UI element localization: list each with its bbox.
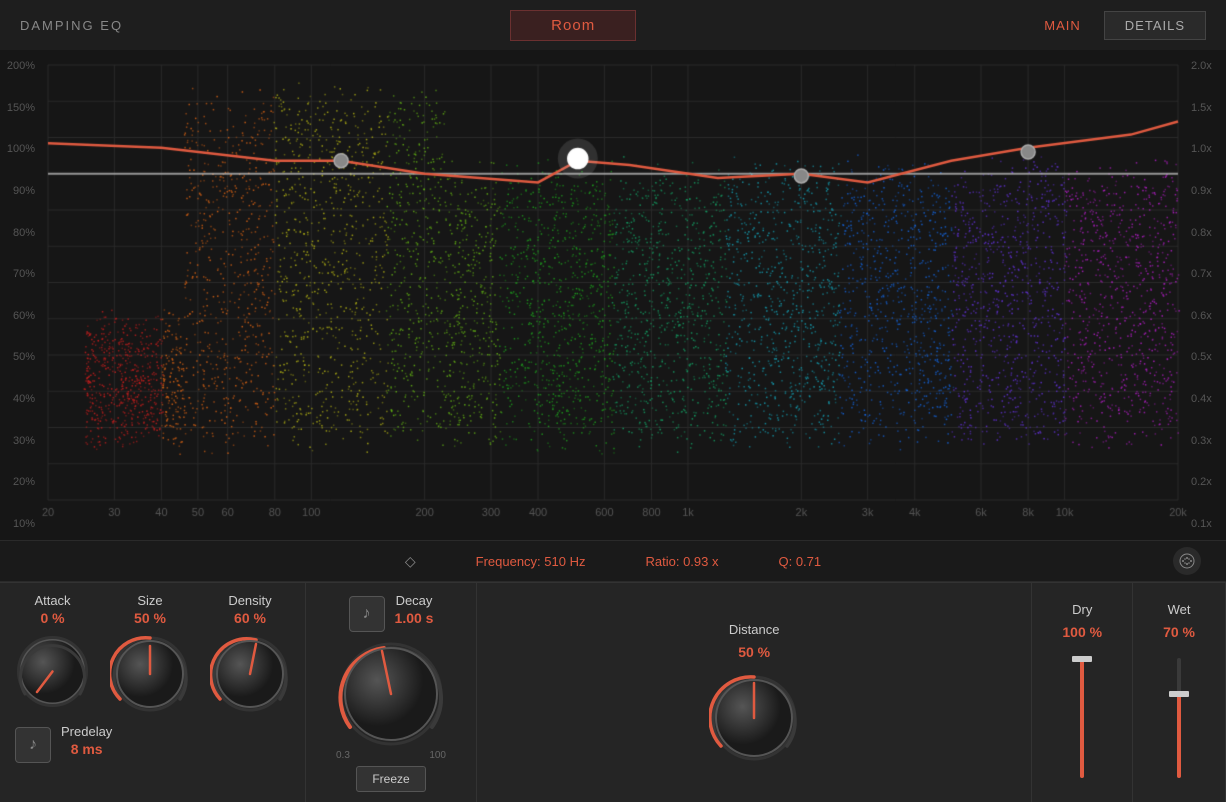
q-value: 0.71 bbox=[796, 554, 821, 569]
predelay-label: Predelay bbox=[61, 724, 112, 739]
ratio-display: Ratio: 0.93 x bbox=[645, 554, 718, 569]
y-label-r-08: 0.8x bbox=[1186, 227, 1221, 239]
distance-label: Distance bbox=[729, 622, 780, 637]
wet-value: 70 % bbox=[1163, 624, 1195, 640]
decay-knob[interactable] bbox=[336, 639, 446, 747]
decay-range: 0.3 100 bbox=[336, 750, 446, 761]
ratio-value: 0.93 x bbox=[683, 554, 718, 569]
y-label-r-10: 1.0x bbox=[1186, 143, 1221, 155]
y-label-150: 150% bbox=[5, 102, 40, 114]
controls-section: Attack 0 % S bbox=[0, 582, 1226, 802]
frequency-value: 510 Hz bbox=[544, 554, 585, 569]
y-label-r-03: 0.3x bbox=[1186, 435, 1221, 447]
density-control: Density 60 % bbox=[210, 593, 290, 714]
eq-canvas[interactable] bbox=[0, 50, 1226, 540]
eq-node-icon: ◇ bbox=[405, 553, 416, 570]
wet-thumb[interactable] bbox=[1169, 691, 1189, 697]
y-label-r-06: 0.6x bbox=[1186, 310, 1221, 322]
decay-sync-button[interactable]: ♪ bbox=[349, 596, 385, 632]
decay-max: 100 bbox=[429, 750, 446, 761]
decay-section: ♪ Decay 1.00 s 0.3 100 Freeze bbox=[306, 583, 477, 802]
y-labels-right: 2.0x 1.5x 1.0x 0.9x 0.8x 0.7x 0.6x 0.5x … bbox=[1181, 50, 1226, 540]
attack-knob[interactable] bbox=[15, 634, 90, 709]
tab-main[interactable]: MAIN bbox=[1023, 11, 1102, 40]
density-value: 60 % bbox=[234, 610, 266, 626]
q-display: Q: 0.71 bbox=[778, 554, 821, 569]
dry-fill bbox=[1080, 658, 1084, 778]
distance-section: Distance 50 % bbox=[477, 583, 1032, 802]
wet-label: Wet bbox=[1168, 602, 1191, 617]
y-label-r-20: 2.0x bbox=[1186, 60, 1221, 72]
q-label: Q: bbox=[778, 554, 795, 569]
size-control: Size 50 % bbox=[110, 593, 190, 714]
y-label-r-02: 0.2x bbox=[1186, 476, 1221, 488]
spectrum-icon bbox=[1179, 553, 1195, 569]
y-label-70: 70% bbox=[5, 268, 40, 280]
distance-knob[interactable] bbox=[709, 673, 799, 763]
predelay-sync-button[interactable]: ♪ bbox=[15, 727, 51, 763]
y-label-100: 100% bbox=[5, 143, 40, 155]
y-label-20: 20% bbox=[5, 476, 40, 488]
spectrum-toggle-button[interactable] bbox=[1173, 547, 1201, 575]
note-icon: ♪ bbox=[29, 736, 37, 754]
y-label-r-05: 0.5x bbox=[1186, 351, 1221, 363]
decay-note-icon: ♪ bbox=[363, 605, 371, 623]
app-title: DAMPING EQ bbox=[20, 18, 123, 33]
header-tabs: MAIN DETAILS bbox=[1023, 11, 1206, 40]
decay-label: Decay bbox=[395, 593, 434, 608]
size-label: Size bbox=[137, 593, 162, 608]
y-label-80: 80% bbox=[5, 227, 40, 239]
attack-row: Attack 0 % S bbox=[15, 593, 290, 714]
frequency-label: Frequency: bbox=[476, 554, 545, 569]
attack-label: Attack bbox=[34, 593, 70, 608]
eq-display[interactable]: 200% 150% 100% 90% 80% 70% 60% 50% 40% 3… bbox=[0, 50, 1226, 540]
decay-header: Decay 1.00 s bbox=[395, 593, 434, 634]
size-knob[interactable] bbox=[110, 634, 190, 714]
y-labels-left: 200% 150% 100% 90% 80% 70% 60% 50% 40% 3… bbox=[0, 50, 45, 540]
dry-slider[interactable] bbox=[1080, 658, 1084, 778]
decay-value: 1.00 s bbox=[395, 610, 434, 626]
predelay-row: ♪ Predelay 8 ms bbox=[15, 724, 290, 765]
dry-section: Dry 100 % bbox=[1032, 583, 1133, 802]
size-value: 50 % bbox=[134, 610, 166, 626]
y-label-50: 50% bbox=[5, 351, 40, 363]
wet-fill bbox=[1177, 694, 1181, 778]
distance-value: 50 % bbox=[738, 644, 770, 660]
y-label-200: 200% bbox=[5, 60, 40, 72]
predelay-value: 8 ms bbox=[61, 741, 112, 757]
header: DAMPING EQ Room MAIN DETAILS bbox=[0, 0, 1226, 50]
y-label-40: 40% bbox=[5, 393, 40, 405]
y-label-r-15: 1.5x bbox=[1186, 102, 1221, 114]
preset-name[interactable]: Room bbox=[510, 10, 636, 41]
density-knob[interactable] bbox=[210, 634, 290, 714]
dry-label: Dry bbox=[1072, 602, 1092, 617]
y-label-60: 60% bbox=[5, 310, 40, 322]
attack-control: Attack 0 % bbox=[15, 593, 90, 714]
attack-value: 0 % bbox=[40, 610, 64, 626]
wet-slider[interactable] bbox=[1177, 658, 1181, 778]
decay-min: 0.3 bbox=[336, 750, 350, 761]
y-label-r-04: 0.4x bbox=[1186, 393, 1221, 405]
predelay-info: Predelay 8 ms bbox=[61, 724, 112, 765]
y-label-r-01: 0.1x bbox=[1186, 518, 1221, 530]
info-bar: ◇ Frequency: 510 Hz Ratio: 0.93 x Q: 0.7… bbox=[0, 540, 1226, 582]
y-label-90: 90% bbox=[5, 185, 40, 197]
y-label-r-07: 0.7x bbox=[1186, 268, 1221, 280]
freeze-button[interactable]: Freeze bbox=[356, 766, 425, 792]
y-label-10: 10% bbox=[5, 518, 40, 530]
dry-value: 100 % bbox=[1062, 624, 1102, 640]
tab-details[interactable]: DETAILS bbox=[1104, 11, 1206, 40]
density-label: Density bbox=[228, 593, 271, 608]
frequency-display: Frequency: 510 Hz bbox=[476, 554, 586, 569]
wet-section: Wet 70 % bbox=[1133, 583, 1226, 802]
ratio-label: Ratio: bbox=[645, 554, 683, 569]
y-label-r-09: 0.9x bbox=[1186, 185, 1221, 197]
y-label-30: 30% bbox=[5, 435, 40, 447]
dry-thumb[interactable] bbox=[1072, 656, 1092, 662]
attack-predelay-section: Attack 0 % S bbox=[0, 583, 306, 802]
